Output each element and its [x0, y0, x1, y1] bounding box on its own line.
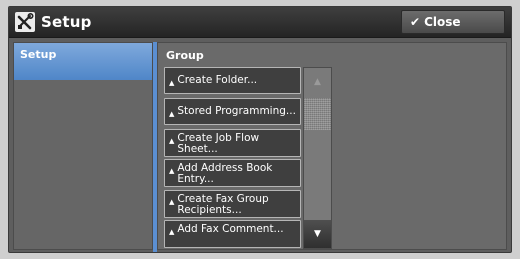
triangle-up-icon: ▲ [169, 79, 175, 87]
list-item-add-address-book-entry[interactable]: ▲ Add Address Book Entry... [164, 159, 301, 187]
group-heading: Group [166, 49, 204, 62]
item-label: Stored Programming... [177, 105, 296, 117]
check-icon: ✔ [410, 15, 421, 29]
triangle-up-icon: ▲ [169, 110, 175, 118]
triangle-up-icon: ▲ [169, 228, 175, 236]
close-button[interactable]: ✔ Close [401, 10, 505, 34]
triangle-up-icon: ▲ [169, 137, 175, 145]
item-label: Create Folder... [177, 74, 258, 86]
setup-tools-icon [15, 12, 35, 32]
window-title: Setup [41, 13, 92, 31]
scroll-up-button[interactable]: ▲ [304, 68, 331, 96]
sidebar-tab-setup[interactable]: Setup [14, 43, 152, 80]
scroll-down-button[interactable]: ▼ [304, 220, 331, 248]
sidebar-tab-label: Setup [20, 48, 57, 61]
list-item-create-job-flow-sheet[interactable]: ▲ Create Job Flow Sheet... [164, 129, 301, 157]
list-scrollbar[interactable]: ▲ ▼ [303, 67, 332, 249]
scroll-thumb[interactable] [304, 98, 331, 130]
triangle-up-icon: ▲ [169, 198, 175, 206]
setup-sidebar: Setup [13, 42, 153, 250]
list-item-stored-programming[interactable]: ▲ Stored Programming... [164, 98, 301, 125]
item-label: Create Fax Group Recipients... [177, 193, 269, 216]
list-item-create-fax-group-recipients[interactable]: ▲ Create Fax Group Recipients... [164, 190, 301, 218]
title-bar: Setup ✔ Close [9, 7, 511, 38]
group-list: ▲ Create Folder... ▲ Stored Programming...… [164, 67, 301, 248]
list-item-create-folder[interactable]: ▲ Create Folder... [164, 67, 301, 94]
close-button-label: Close [424, 15, 461, 29]
triangle-up-icon: ▲ [169, 167, 175, 175]
triangle-down-icon: ▼ [314, 229, 321, 239]
item-label: Add Address Book Entry... [177, 162, 273, 185]
group-panel: Group ▲ Create Folder... ▲ Stored Programm… [157, 42, 507, 250]
setup-window: Setup ✔ Close Setup Group ▲ Create Folder… [8, 6, 512, 253]
list-item-add-fax-comment[interactable]: ▲ Add Fax Comment... [164, 220, 301, 248]
triangle-up-icon: ▲ [314, 77, 321, 87]
item-label: Create Job Flow Sheet... [177, 132, 260, 155]
item-label: Add Fax Comment... [177, 223, 284, 235]
